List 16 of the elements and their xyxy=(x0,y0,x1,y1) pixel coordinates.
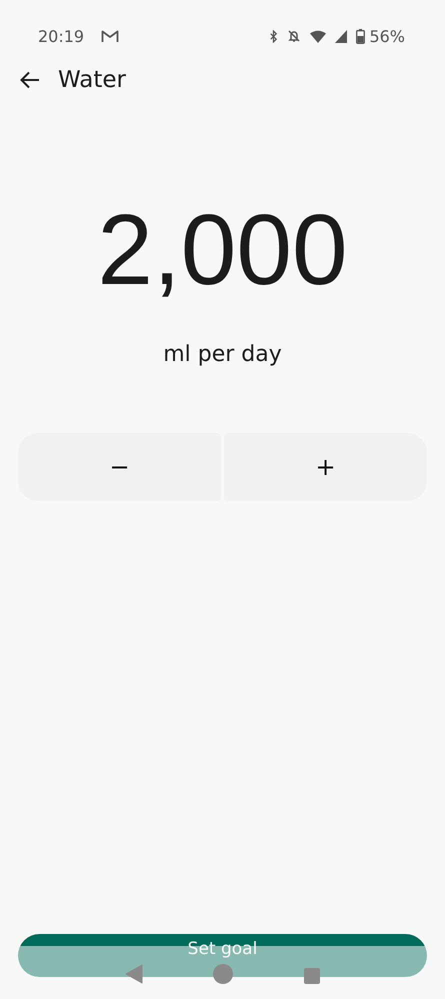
increase-button[interactable]: + xyxy=(224,433,427,501)
back-icon[interactable] xyxy=(125,964,144,984)
battery-level: 56% xyxy=(369,26,405,46)
home-icon[interactable] xyxy=(213,964,234,984)
goal-unit: ml per day xyxy=(162,342,283,367)
status-time: 20:19 xyxy=(38,26,84,46)
back-arrow-icon xyxy=(20,71,40,89)
wifi-icon xyxy=(310,30,326,42)
mail-icon xyxy=(101,29,120,43)
decrease-button[interactable]: − xyxy=(18,433,221,501)
battery-icon xyxy=(356,28,366,44)
signal-icon xyxy=(335,30,348,42)
muted-bell-icon xyxy=(287,29,302,43)
page-title: Water xyxy=(58,67,126,93)
bluetooth-icon xyxy=(269,30,278,42)
goal-value: 2,000 xyxy=(96,200,349,300)
